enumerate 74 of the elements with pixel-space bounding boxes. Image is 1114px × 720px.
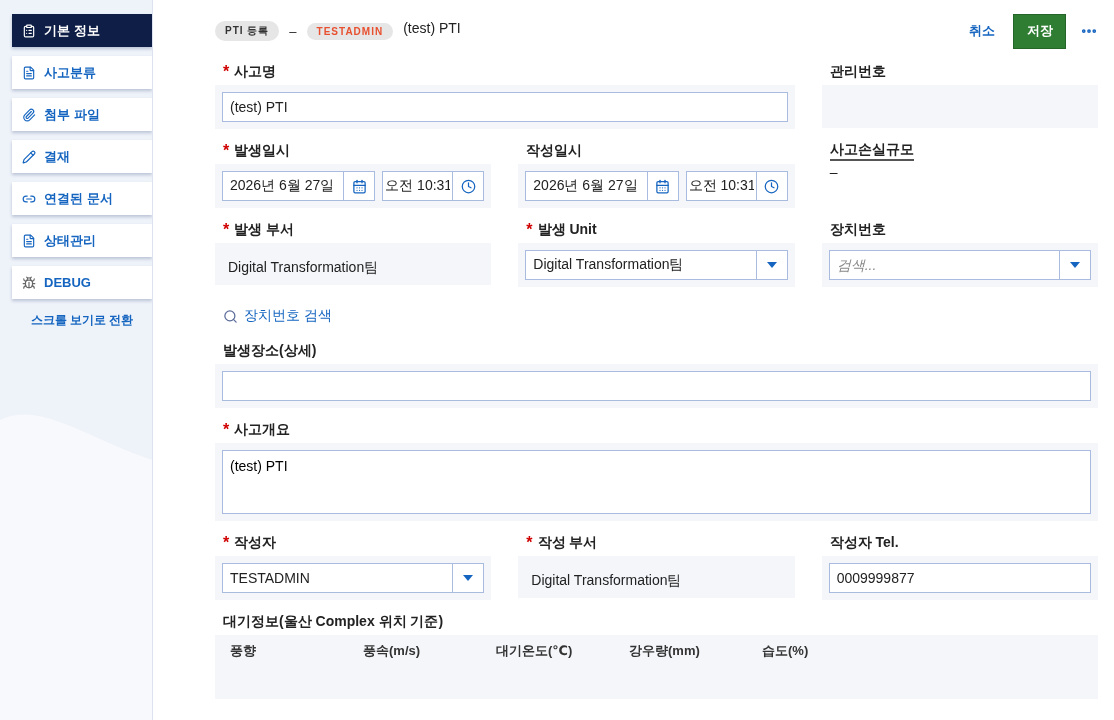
calendar-icon — [351, 178, 367, 194]
field-value: Digital Transformation팀 — [227, 258, 380, 277]
calendar-button[interactable] — [344, 171, 376, 201]
view-toggle-link[interactable]: 스크롤 보기로 전환 — [30, 312, 134, 329]
column-header: 풍속(m/s) — [363, 642, 422, 660]
field-value: – — [828, 164, 839, 180]
field-label: 관리번호 — [829, 63, 886, 81]
caret-icon — [463, 575, 474, 581]
column-header: 습도(%) — [762, 642, 810, 660]
field-label: 발생 부서 — [234, 221, 295, 239]
required-mark: * — [223, 534, 230, 552]
field-value: Digital Transformation팀 — [530, 571, 683, 590]
field-label: 사고명 — [234, 63, 277, 81]
date-field[interactable]: 2026년 6월 27일 — [525, 171, 648, 201]
nav-item[interactable]: 사고분류 — [12, 56, 152, 89]
save-button[interactable]: 저장 — [1013, 13, 1066, 49]
column-header: 풍향 — [230, 642, 257, 660]
separator: – — [289, 23, 297, 39]
nav-item[interactable]: 기본 정보 — [12, 14, 152, 47]
nav-item[interactable]: DEBUG — [12, 266, 152, 299]
search-link[interactable]: 장치번호 검색 — [215, 303, 340, 329]
clock-icon — [460, 178, 476, 194]
calendar-button[interactable] — [647, 171, 679, 201]
text-field[interactable]: 0009999877 — [828, 563, 1091, 593]
required-mark: * — [223, 63, 230, 81]
field-label: 장치번호 — [829, 221, 886, 239]
field-label: 발생일시 — [234, 142, 291, 160]
required-mark: * — [223, 221, 230, 239]
required-mark: * — [526, 534, 533, 552]
text-area[interactable]: (test) PTI — [222, 450, 1091, 514]
date-field[interactable]: 2026년 6월 27일 — [222, 171, 345, 201]
dropdown-button[interactable] — [1060, 250, 1091, 280]
field-label: 대기정보(울산 Complex 위치 기준) — [223, 613, 444, 631]
file-icon — [22, 65, 36, 80]
file-icon — [22, 233, 36, 248]
select-field[interactable]: TESTADMIN — [222, 563, 454, 593]
column-header: 강우량(mm) — [629, 642, 701, 660]
cancel-button[interactable]: 취소 — [965, 18, 999, 44]
caret-icon — [1070, 262, 1080, 268]
nav-item[interactable]: 연결된 문서 — [12, 182, 152, 215]
field-label: 작성자 Tel. — [829, 534, 899, 552]
required-mark: * — [223, 142, 230, 160]
required-mark: * — [526, 221, 533, 239]
field-label: 사고개요 — [234, 421, 291, 439]
field-label: 작성자 — [234, 534, 277, 552]
select-field[interactable]: 검색... — [828, 250, 1060, 280]
dropdown-button[interactable] — [756, 250, 788, 280]
field-label: 작성일시 — [526, 142, 583, 160]
page-badge: PTI 등록 — [215, 21, 280, 41]
caret-icon — [766, 262, 777, 268]
clock-button[interactable] — [453, 171, 485, 201]
text-field[interactable] — [222, 371, 1091, 401]
field-label: 사고손실규모 — [829, 141, 914, 161]
pen-icon — [22, 149, 36, 164]
search-icon — [223, 308, 238, 324]
text-field[interactable]: (test) PTI — [222, 92, 788, 122]
field-label: 발생장소(상세) — [223, 342, 317, 360]
required-mark: * — [223, 421, 230, 439]
clock-icon — [764, 178, 780, 194]
clipboard-icon — [22, 23, 36, 38]
user-badge: TESTADMIN — [306, 22, 394, 40]
nav-item[interactable]: 결재 — [12, 140, 152, 173]
bug-icon — [22, 275, 36, 290]
nav-item[interactable]: 상태관리 — [12, 224, 152, 257]
clock-button[interactable] — [756, 171, 788, 201]
page-title: (test) PTI — [403, 20, 461, 36]
dropdown-button[interactable] — [453, 563, 485, 593]
select-field[interactable]: Digital Transformation팀 — [525, 250, 757, 280]
field-label: 발생 Unit — [537, 221, 597, 239]
calendar-icon — [655, 178, 671, 194]
nav-item[interactable]: 첨부 파일 — [12, 98, 152, 131]
clip-icon — [22, 107, 36, 122]
field-label: 작성 부서 — [537, 534, 598, 552]
column-header: 대기온도(℃) — [496, 642, 574, 660]
